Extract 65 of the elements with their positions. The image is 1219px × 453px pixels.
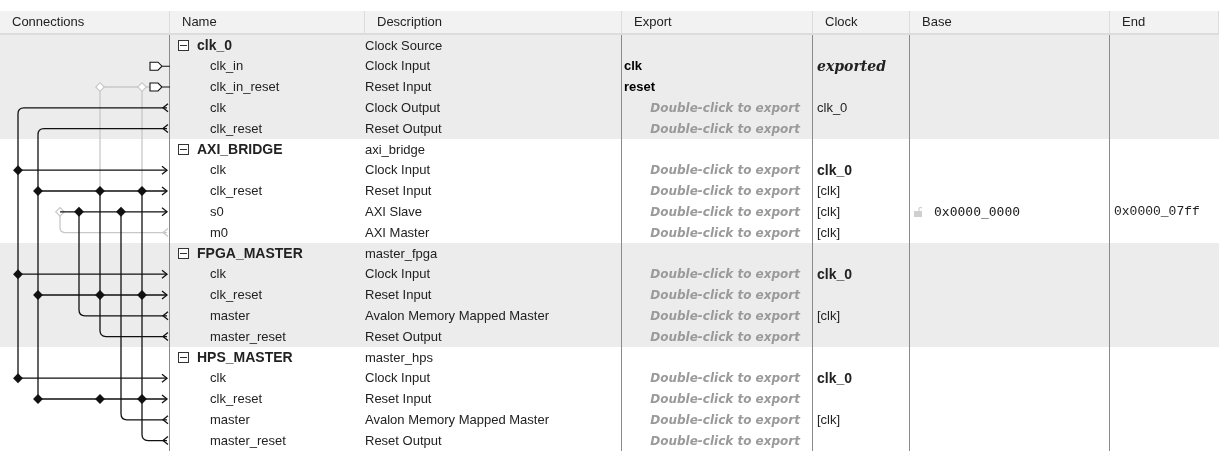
port-name[interactable]: clk_reset [210,181,263,201]
port-description: AXI Master [365,223,430,242]
clock-value: clk_0 [817,99,848,118]
port-description: Avalon Memory Mapped Master [365,411,549,429]
column-header[interactable]: Clock [813,11,910,33]
port-name[interactable]: clk_in [210,56,244,76]
column-header[interactable]: End [1110,11,1219,33]
port-name[interactable]: clk [210,368,226,388]
port-description: Reset Input [365,286,432,305]
port-name[interactable]: master_reset [210,326,286,347]
port-description: Reset Output [365,431,442,450]
column-header[interactable]: Export [622,11,813,33]
column-header[interactable]: Connections [0,11,170,33]
clock-value: clk_0 [817,264,853,284]
port-description: Reset Input [365,390,432,409]
column-header[interactable]: Name [170,11,365,33]
port-name[interactable]: master [210,410,250,430]
clock-value: clk_0 [817,368,853,388]
component-description: master_fpga [365,244,438,263]
port-description: Reset Output [365,119,442,138]
component-description: Clock Source [365,36,443,55]
clock-value: clk_0 [817,160,853,180]
port-name[interactable]: m0 [210,222,229,243]
clock-value: [clk] [817,203,841,221]
component-name[interactable]: HPS_MASTER [197,346,293,368]
column-header[interactable]: Description [365,11,622,33]
clock-value: [clk] [817,411,841,429]
base-address[interactable]: 0x0000_0000 [934,202,1021,222]
clock-value: [clk] [817,182,841,201]
port-name[interactable]: clk [210,160,226,180]
port-description: Clock Input [365,369,431,388]
clock-value: [clk] [817,307,841,325]
port-description: Clock Input [365,265,431,284]
component-name[interactable]: FPGA_MASTER [197,242,303,264]
collapse-icon[interactable] [178,143,189,155]
port-name[interactable]: clk_reset [210,118,263,139]
collapse-icon[interactable] [178,39,189,51]
port-name[interactable]: clk_in_reset [210,77,280,97]
port-description: Reset Input [365,182,432,201]
port-description: Reset Input [365,78,432,97]
end-address: 0x0000_07ff [1114,203,1200,221]
port-description: Reset Output [365,327,442,346]
export-name: reset [623,78,656,97]
component-description: master_hps [365,348,433,367]
port-name[interactable]: clk [210,98,226,118]
port-description: Avalon Memory Mapped Master [365,307,549,325]
component-description: axi_bridge [365,140,425,159]
port-name[interactable]: clk_reset [210,389,263,409]
port-description: AXI Slave [365,203,423,221]
collapse-icon[interactable] [178,247,189,259]
clock-value: [clk] [817,223,841,242]
clock-value: exported [817,56,886,76]
collapse-icon[interactable] [178,351,189,363]
column-header[interactable]: Base [910,11,1110,33]
port-description: Clock Output [365,99,441,118]
port-name[interactable]: master_reset [210,430,286,451]
export-name: clk [623,57,643,76]
port-description: Clock Input [365,57,431,76]
port-description: Clock Input [365,161,431,180]
port-name[interactable]: clk_reset [210,285,263,305]
port-name[interactable]: clk [210,264,226,284]
component-name[interactable]: clk_0 [197,34,233,56]
port-name[interactable]: master [210,306,250,326]
component-name[interactable]: AXI_BRIDGE [197,138,283,160]
port-name[interactable]: s0 [210,202,224,222]
